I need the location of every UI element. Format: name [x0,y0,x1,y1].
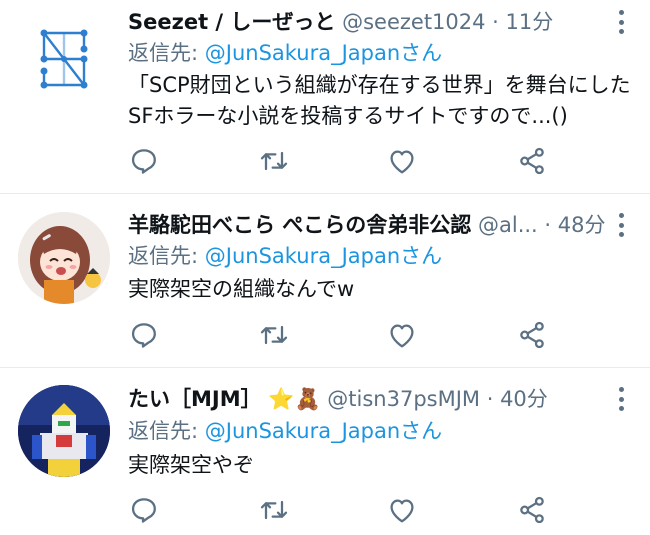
like-icon[interactable] [386,145,418,177]
share-icon[interactable] [516,494,548,526]
like-icon[interactable] [386,319,418,351]
reply-to: 返信先: @JunSakura_Japanさん [128,416,442,446]
retweet-icon[interactable] [258,145,290,177]
user-handle[interactable]: @al... [478,213,538,237]
avatar[interactable] [18,385,110,477]
tweet-text: 実際架空やぞ [128,450,636,481]
display-name[interactable]: たい［MJM］ [128,387,262,411]
share-icon[interactable] [516,145,548,177]
avatar[interactable] [18,212,110,304]
reply-mention-link[interactable]: @JunSakura_Japanさん [205,419,442,443]
reply-icon[interactable] [128,145,160,177]
separator-dot: · [537,213,558,237]
share-icon[interactable] [516,319,548,351]
tweet-text: 実際架空の組織なんでw [128,274,636,305]
reply-to: 返信先: @JunSakura_Japanさん [128,38,442,68]
tweet-actions [128,145,568,177]
more-options-icon[interactable] [614,10,628,34]
more-options-icon[interactable] [614,387,628,411]
more-options-icon[interactable] [614,213,628,237]
tweet[interactable]: 羊駱駝田べこら ぺこらの舎弟非公認 @al... · 48分 返信先: @Jun… [0,194,650,366]
tweet-header: 羊駱駝田べこら ぺこらの舎弟非公認 @al... · 48分 [128,210,610,240]
display-name[interactable]: Seezet / しーぜっと [128,10,335,34]
timestamp[interactable]: 11分 [506,10,554,34]
retweet-icon[interactable] [258,494,290,526]
scp-logo-icon [40,29,88,89]
reply-label: 返信先: [128,244,205,268]
tweet-text-line: 実際架空の組織なんでw [128,277,355,301]
reply-icon[interactable] [128,319,160,351]
tweet[interactable]: たい［MJM］ ⭐🧸 @tisn37psMJM · 40分 返信先: @JunS… [0,368,650,535]
tweet-text-line: SFホラーな小説を投稿するサイトですので...() [128,104,568,128]
robot-avatar [18,385,110,477]
user-handle[interactable]: @tisn37psMJM [327,387,480,411]
tweet-actions [128,494,568,526]
retweet-icon[interactable] [258,319,290,351]
display-name[interactable]: 羊駱駝田べこら ぺこらの舎弟非公認 [128,213,471,237]
name-emoji: ⭐🧸 [268,387,321,411]
timestamp[interactable]: 40分 [500,387,548,411]
tweet[interactable]: Seezet / しーぜっと @seezet1024 · 11分 返信先: @J… [0,0,650,192]
tweet-text: 「SCP財団という組織が存在する世界」を舞台にした SFホラーな小説を投稿するサ… [128,70,636,132]
user-handle[interactable]: @seezet1024 [342,10,485,34]
reply-mention-link[interactable]: @JunSakura_Japanさん [205,41,442,65]
avatar[interactable] [18,13,110,105]
tweet-header: Seezet / しーぜっと @seezet1024 · 11分 [128,7,610,37]
separator-dot: · [485,10,506,34]
reply-to: 返信先: @JunSakura_Japanさん [128,241,442,271]
reply-label: 返信先: [128,419,205,443]
tweet-header: たい［MJM］ ⭐🧸 @tisn37psMJM · 40分 [128,384,610,414]
reply-mention-link[interactable]: @JunSakura_Japanさん [205,244,442,268]
separator-dot: · [480,387,501,411]
tweet-text-line: 「SCP財団という組織が存在する世界」を舞台にした [128,73,631,97]
timestamp[interactable]: 48分 [558,213,606,237]
tweet-actions [128,319,568,351]
tweet-text-line: 実際架空やぞ [128,453,254,477]
anime-girl-avatar [18,212,110,304]
reply-label: 返信先: [128,41,205,65]
reply-icon[interactable] [128,494,160,526]
like-icon[interactable] [386,494,418,526]
